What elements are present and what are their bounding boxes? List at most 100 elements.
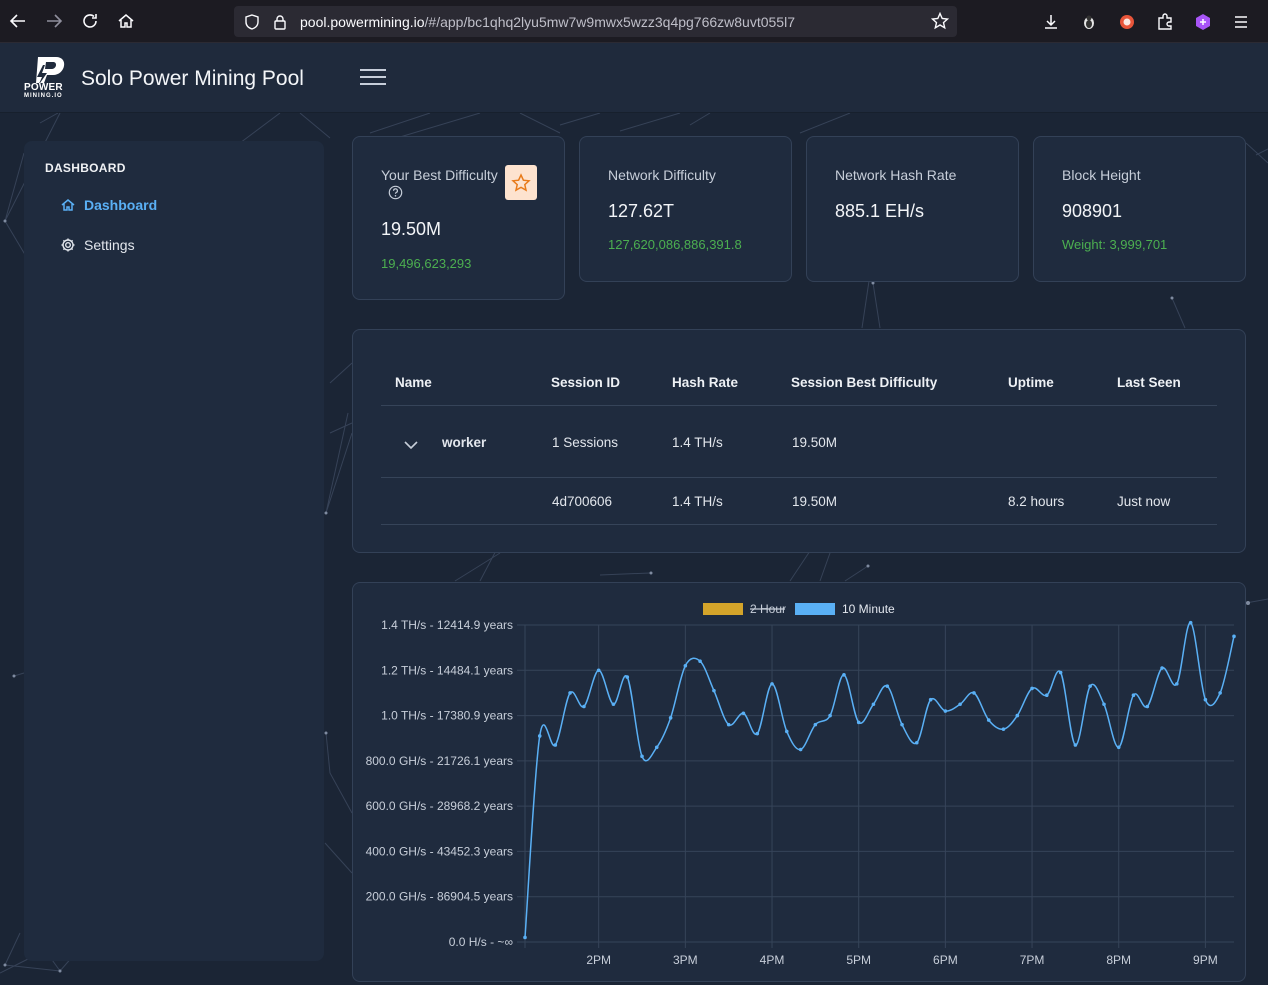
- data-point: [582, 704, 586, 709]
- data-point: [611, 702, 616, 707]
- chart-series: [523, 620, 1236, 940]
- data-point: [784, 729, 789, 734]
- back-arrow-icon[interactable]: [0, 3, 36, 39]
- extension-shield-icon[interactable]: [1108, 4, 1146, 40]
- x-tick-label: 5PM: [846, 953, 871, 967]
- best-difficulty: 19.50M: [792, 494, 838, 509]
- data-point: [842, 673, 846, 677]
- data-point: [1131, 693, 1136, 697]
- row-divider: [381, 405, 1217, 406]
- star-icon: [511, 172, 531, 192]
- column-header[interactable]: Uptime: [1008, 375, 1054, 390]
- column-header[interactable]: Last Seen: [1117, 375, 1181, 390]
- data-point: [1160, 666, 1164, 670]
- data-point: [1188, 620, 1193, 625]
- data-point: [523, 935, 527, 940]
- extension-hexagon-icon[interactable]: [1184, 4, 1222, 40]
- url-path: /#/app/bc1qhq2lyu5mw7w9mwx5wzz3q4pg766zw…: [424, 13, 795, 30]
- data-point: [640, 754, 644, 759]
- y-tick-label: 400.0 GH/s - 43452.3 years: [366, 844, 513, 858]
- column-header[interactable]: Name: [395, 375, 432, 390]
- data-point: [1088, 684, 1092, 688]
- column-header[interactable]: Session Best Difficulty: [791, 375, 937, 390]
- card-value: 19.50M: [381, 219, 442, 239]
- hash-rate: 1.4 TH/s: [672, 435, 723, 450]
- data-point: [828, 713, 832, 718]
- data-point: [798, 747, 803, 752]
- data-point: [1073, 743, 1078, 747]
- card-label: Block Height: [1062, 167, 1141, 183]
- card-label: Your Best Difficulty: [381, 167, 498, 183]
- data-point: [596, 668, 601, 673]
- forward-arrow-icon[interactable]: [36, 3, 72, 39]
- y-tick-label: 600.0 GH/s - 28968.2 years: [366, 799, 513, 813]
- chevron-down-icon[interactable]: [404, 440, 418, 450]
- column-header[interactable]: Session ID: [551, 375, 620, 390]
- x-tick-label: 2PM: [586, 953, 611, 967]
- card-sub: 127,620,086,886,391.8: [608, 237, 742, 252]
- browser-menu-icon[interactable]: [1222, 4, 1260, 40]
- card-value: 127.62T: [608, 201, 675, 221]
- data-point: [885, 684, 890, 688]
- x-tick-label: 7PM: [1020, 953, 1045, 967]
- data-point: [726, 722, 731, 727]
- sidebar-item-dashboard[interactable]: Dashboard: [60, 197, 157, 213]
- uptime: 8.2 hours: [1008, 494, 1065, 509]
- card-label: Network Difficulty: [608, 167, 716, 183]
- x-tick-label: 3PM: [673, 953, 698, 967]
- data-point: [900, 722, 904, 727]
- logo-sub: MINING.IO: [24, 93, 63, 99]
- data-point: [1102, 702, 1106, 707]
- gear-icon: [60, 237, 76, 253]
- data-point: [943, 709, 948, 713]
- star-button[interactable]: [505, 165, 537, 200]
- data-point: [1030, 686, 1034, 691]
- address-bar[interactable]: pool.powermining.io/#/app/bc1qhq2lyu5mw7…: [234, 6, 957, 37]
- hash-rate: 1.4 TH/s: [672, 494, 723, 509]
- y-tick-label: 1.2 TH/s - 14484.1 years: [381, 663, 513, 677]
- last-seen: Just now: [1117, 494, 1171, 509]
- card-value: 885.1 EH/s: [835, 201, 925, 221]
- y-tick-label: 800.0 GH/s - 21726.1 years: [366, 754, 513, 768]
- home-icon: [60, 197, 76, 213]
- column-header[interactable]: Hash Rate: [672, 375, 738, 390]
- row-divider: [381, 524, 1217, 525]
- hashrate-chart-card: 1.4 TH/s - 12414.9 years 1.2 TH/s - 14484…: [352, 582, 1246, 982]
- sidebar-heading: DASHBOARD: [45, 161, 126, 175]
- session-count: 1 Sessions: [552, 435, 619, 450]
- chart-legend[interactable]: 2 Hour 10 Minute: [703, 602, 895, 616]
- data-point: [1015, 713, 1020, 718]
- sidebar-item-settings[interactable]: Settings: [60, 237, 135, 253]
- data-point: [683, 663, 688, 668]
- bookmark-star-icon[interactable]: [931, 12, 949, 30]
- card-sub: Weight: 3,999,701: [1062, 237, 1168, 252]
- lock-icon[interactable]: [272, 14, 288, 30]
- shield-icon[interactable]: [244, 13, 260, 30]
- home-browser-icon[interactable]: [108, 3, 144, 39]
- data-point: [568, 691, 572, 695]
- y-tick-label: 1.0 TH/s - 17380.9 years: [381, 709, 513, 723]
- menu-toggle-icon[interactable]: [360, 69, 386, 89]
- data-point: [914, 740, 919, 745]
- x-tick-label: 8PM: [1106, 953, 1131, 967]
- extension-penguin-icon[interactable]: [1070, 4, 1108, 40]
- data-point: [1044, 693, 1049, 697]
- card-value: 908901: [1062, 201, 1123, 221]
- data-point: [741, 711, 746, 716]
- data-point: [856, 720, 861, 725]
- data-point: [625, 675, 630, 679]
- extensions-puzzle-icon[interactable]: [1146, 4, 1184, 40]
- network-difficulty-card: Network Difficulty 127.62T 127,620,086,8…: [579, 136, 792, 282]
- data-point: [958, 702, 962, 707]
- row-divider: [381, 477, 1217, 478]
- logo-text: POWER MINING.IO: [24, 83, 63, 101]
- data-point: [813, 722, 818, 727]
- download-icon[interactable]: [1032, 4, 1070, 40]
- sidebar: DASHBOARD Dashboard Settings: [24, 141, 324, 961]
- data-point: [712, 688, 716, 693]
- help-circle-icon[interactable]: [388, 185, 403, 200]
- chart-grid: [517, 624, 1234, 948]
- reload-icon[interactable]: [72, 3, 108, 39]
- legend-swatch-10min: [795, 603, 835, 615]
- x-tick-label: 4PM: [760, 953, 785, 967]
